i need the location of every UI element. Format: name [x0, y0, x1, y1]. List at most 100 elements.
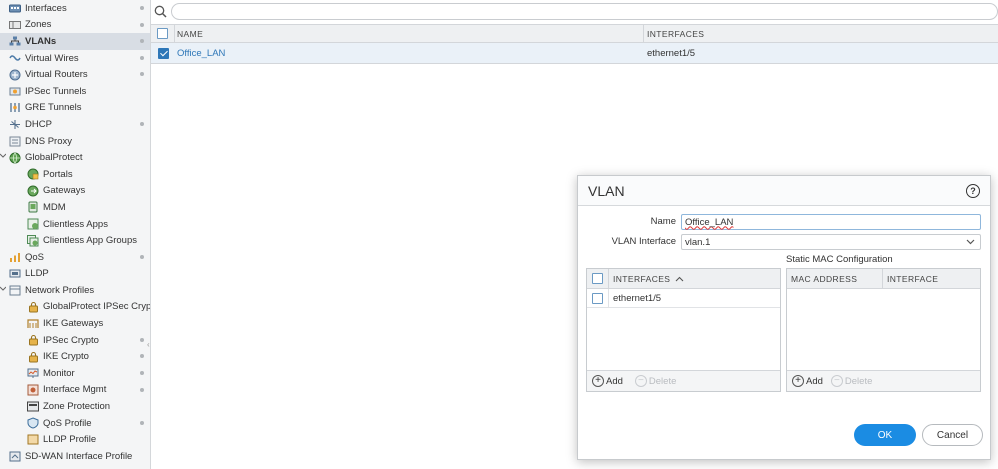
sidebar-item-label: VLANs [25, 35, 57, 47]
interfaces-icon [9, 3, 21, 14]
status-dot [140, 354, 144, 359]
sidebar: Interfaces Zones VLANs Virtual Wires Virtual… [0, 0, 151, 469]
sidebar-item-globalprotect-ipsec-crypto[interactable]: GlobalProtect IPSec Crypto [0, 299, 150, 316]
sidebar-item-mdm[interactable]: MDM [0, 199, 150, 216]
sidebar-item-label: DNS Proxy [25, 135, 72, 147]
select-all-checkbox[interactable] [157, 28, 168, 39]
search-bar [151, 0, 998, 23]
interfaces-delete-button[interactable]: − Delete [634, 375, 676, 387]
virtual-routers-icon [9, 69, 21, 81]
sidebar-item-dhcp[interactable]: DHCP [0, 116, 150, 133]
sidebar-item-label: IPSec Crypto [43, 334, 99, 346]
sidebar-item-label: Monitor [43, 367, 75, 379]
row-checkbox[interactable] [157, 47, 169, 59]
mac-delete-button[interactable]: − Delete [830, 375, 873, 387]
sidebar-item-virtual-routers[interactable]: Virtual Routers [0, 66, 150, 83]
interface-row-label: ethernet1/5 [613, 292, 662, 304]
status-dot [140, 337, 144, 342]
status-dot [140, 39, 144, 44]
sidebar-item-vlans[interactable]: VLANs [0, 33, 150, 50]
sidebar-item-gre-tunnels[interactable]: GRE Tunnels [0, 100, 150, 117]
sidebar-item-qos[interactable]: QoS [0, 249, 150, 266]
sidebar-item-label: IKE Gateways [43, 318, 104, 330]
help-icon[interactable]: ? [966, 184, 980, 198]
sidebar-item-label: GRE Tunnels [25, 102, 82, 114]
sidebar-item-dns-proxy[interactable]: DNS Proxy [0, 133, 150, 150]
mac-interface-column-header[interactable]: INTERFACE [883, 274, 938, 284]
sidebar-item-label: SD-WAN Interface Profile [25, 450, 133, 462]
vlan-interface-select[interactable]: vlan.1 [681, 234, 981, 250]
name-label: Name [650, 216, 676, 227]
sidebar-item-label: Interfaces [25, 2, 67, 14]
mac-address-column-header[interactable]: MAC ADDRESS [787, 269, 883, 288]
sidebar-item-portals[interactable]: Portals [0, 166, 150, 183]
mac-delete-label: Delete [844, 375, 873, 387]
sidebar-item-monitor[interactable]: Monitor [0, 365, 150, 382]
interfaces-add-label: Add [606, 375, 623, 387]
sidebar-item-gateways[interactable]: Gateways [0, 183, 150, 200]
interfaces-grid: INTERFACES ethernet1/5 + Add − Delete [586, 268, 781, 392]
status-dot [140, 420, 144, 425]
vlan-table: NAME INTERFACES Office_LAN ethernet1/5 [151, 24, 998, 64]
chevron-down-icon[interactable] [966, 238, 975, 249]
cancel-button[interactable]: Cancel [922, 424, 983, 446]
sidebar-item-zone-protection[interactable]: Zone Protection [0, 398, 150, 415]
qos-icon [9, 252, 21, 263]
sidebar-item-network-profiles[interactable]: Network Profiles [0, 282, 150, 299]
sidebar-item-ipsec-crypto[interactable]: IPSec Crypto [0, 332, 150, 349]
chevron-down-icon[interactable] [0, 152, 7, 160]
sort-ascending-icon[interactable] [675, 276, 684, 282]
status-dot [140, 371, 144, 376]
portals-icon [27, 168, 39, 180]
sidebar-item-ike-crypto[interactable]: IKE Crypto [0, 348, 150, 365]
sidebar-item-label: Zone Protection [43, 401, 111, 413]
interfaces-add-button[interactable]: + Add [592, 375, 623, 387]
vlan-interfaces-cell: ethernet1/5 [647, 47, 696, 59]
column-header-interfaces[interactable]: INTERFACES [644, 25, 998, 42]
sidebar-item-lldp-profile[interactable]: LLDP Profile [0, 431, 150, 448]
row-select-cell [151, 47, 175, 59]
interfaces-column-header[interactable]: INTERFACES [609, 274, 670, 284]
sidebar-item-globalprotect[interactable]: GlobalProtect [0, 149, 150, 166]
sidebar-item-interfaces[interactable]: Interfaces [0, 0, 150, 17]
sidebar-item-label: LLDP Profile [43, 434, 97, 446]
table-row[interactable]: Office_LAN ethernet1/5 [151, 43, 998, 64]
vlan-dialog: VLAN ? Name Office_LAN VLAN Interface vl… [577, 175, 991, 460]
sidebar-item-label: LLDP [25, 268, 49, 280]
sidebar-item-clientless-app-groups[interactable]: Clientless App Groups [0, 232, 150, 249]
sidebar-item-ipsec-tunnels[interactable]: IPSec Tunnels [0, 83, 150, 100]
name-field-value: Office_LAN [685, 216, 734, 228]
sidebar-item-lldp[interactable]: LLDP [0, 266, 150, 283]
sidebar-item-label: Zones [25, 19, 52, 31]
sidebar-item-sd-wan-interface-profile[interactable]: SD-WAN Interface Profile [0, 448, 150, 465]
gateways-icon [27, 185, 39, 197]
add-icon: + [592, 375, 604, 387]
network-profiles-icon [9, 285, 21, 296]
sidebar-nav-list: Interfaces Zones VLANs Virtual Wires Virtual… [0, 0, 150, 465]
interfaces-select-all-checkbox[interactable] [592, 273, 603, 284]
clientless-apps-icon [27, 218, 39, 230]
name-field[interactable]: Office_LAN [681, 214, 981, 230]
column-header-name[interactable]: NAME [175, 25, 644, 42]
zone-protection-icon [27, 401, 39, 412]
chevron-down-icon[interactable] [0, 285, 7, 293]
ok-button[interactable]: OK [854, 424, 916, 446]
sidebar-item-label: Portals [43, 168, 73, 180]
sidebar-item-zones[interactable]: Zones [0, 17, 150, 34]
search-icon[interactable] [154, 5, 167, 18]
sidebar-item-label: Virtual Wires [25, 52, 79, 64]
status-dot [140, 387, 144, 392]
list-item[interactable]: ethernet1/5 [587, 289, 780, 308]
sidebar-item-clientless-apps[interactable]: Clientless Apps [0, 216, 150, 233]
interface-row-checkbox[interactable] [592, 292, 603, 304]
status-dot [140, 22, 144, 27]
lldp-profile-icon [27, 434, 39, 445]
sidebar-item-ike-gateways[interactable]: IKE Gateways [0, 315, 150, 332]
sidebar-item-qos-profile[interactable]: QoS Profile [0, 415, 150, 432]
vlan-interface-label: VLAN Interface [611, 236, 676, 247]
vlan-name-link[interactable]: Office_LAN [175, 48, 644, 59]
sidebar-item-virtual-wires[interactable]: Virtual Wires [0, 50, 150, 67]
mac-add-button[interactable]: + Add [792, 375, 823, 387]
sidebar-item-interface-mgmt[interactable]: Interface Mgmt [0, 382, 150, 399]
search-input[interactable] [171, 3, 998, 20]
